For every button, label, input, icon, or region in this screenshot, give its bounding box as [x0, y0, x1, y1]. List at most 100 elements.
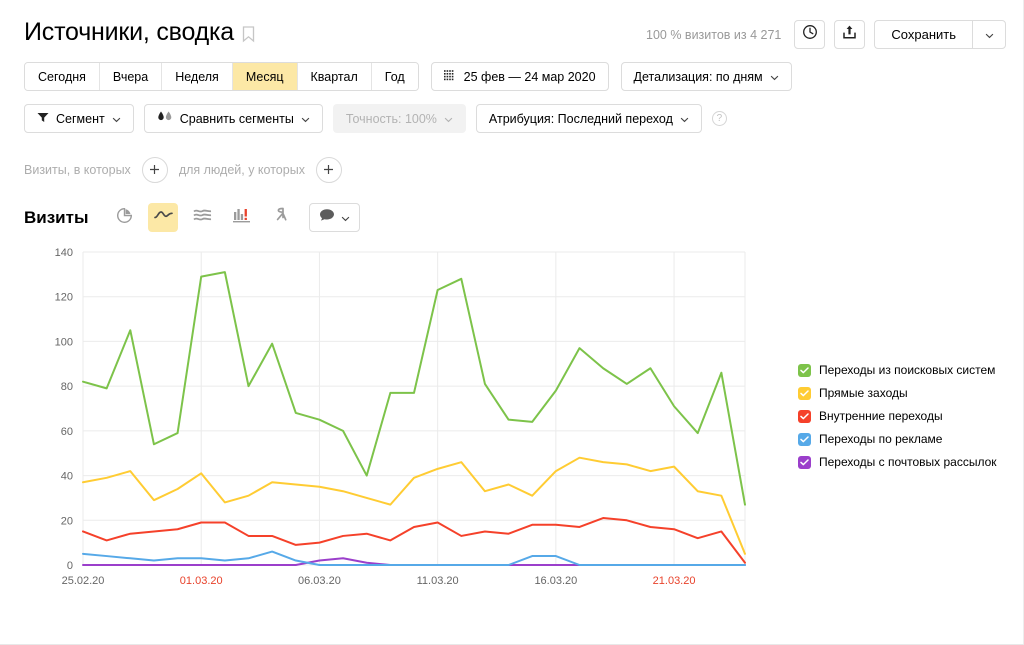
comment-icon: [319, 208, 335, 227]
y-axis-tick-label: 80: [61, 381, 73, 393]
legend-label-ads: Переходы по рекламе: [819, 432, 943, 446]
chart-type-bar-button[interactable]: [226, 203, 257, 232]
legend-label-internal: Внутренние переходы: [819, 409, 943, 423]
chevron-down-icon: [444, 112, 453, 126]
y-axis-tick-label: 140: [55, 247, 73, 259]
chart-type-area-button[interactable]: [187, 203, 218, 232]
x-axis-tick-label: 11.03.20: [417, 575, 459, 587]
chevron-down-icon: [301, 112, 310, 126]
legend-checkbox-ads[interactable]: [798, 432, 811, 446]
save-group: Сохранить: [874, 20, 1006, 49]
map-chart-icon: [273, 207, 288, 229]
period-tab-year[interactable]: Год: [371, 63, 418, 90]
x-axis-tick-label: 06.03.20: [298, 575, 341, 587]
period-tab-week[interactable]: Неделя: [162, 63, 233, 90]
legend-checkbox-search[interactable]: [798, 363, 811, 377]
bookmark-icon[interactable]: [242, 26, 255, 43]
export-button[interactable]: [834, 20, 866, 49]
chevron-down-icon: [985, 26, 994, 44]
x-axis-tick-label: 01.03.20: [180, 575, 223, 587]
share-export-icon: [842, 24, 857, 45]
legend-item-search[interactable]: Переходы из поисковых систем: [798, 363, 997, 377]
plus-icon: [323, 162, 334, 179]
visit-filter-row: Визиты, в которых для людей, у которых: [24, 157, 342, 183]
legend-checkbox-direct[interactable]: [798, 386, 811, 400]
legend-item-ads[interactable]: Переходы по рекламе: [798, 432, 997, 446]
compare-segments-label: Сравнить сегменты: [179, 111, 294, 126]
title-block: Источники, сводка: [24, 20, 255, 45]
series-line[interactable]: [82, 550, 746, 566]
area-chart-icon: [193, 207, 212, 228]
metric-label: Визиты: [24, 207, 89, 227]
date-range-button[interactable]: 25 фев — 24 мар 2020: [430, 62, 609, 91]
y-axis-tick-label: 20: [61, 515, 73, 527]
x-axis-tick-label: 21.03.20: [653, 575, 696, 587]
series-line[interactable]: [82, 456, 746, 555]
detail-level-label: Детализация: по дням: [633, 69, 763, 84]
pie-chart-icon: [116, 207, 133, 229]
plus-icon: [149, 162, 160, 179]
visits-summary: 100 % визитов из 4 271: [646, 27, 782, 42]
people-filter-label: для людей, у которых: [178, 163, 305, 177]
y-axis-tick-label: 40: [61, 471, 73, 483]
period-tab-quarter[interactable]: Квартал: [297, 63, 372, 90]
chevron-down-icon: [112, 112, 121, 126]
series-line[interactable]: [82, 517, 746, 564]
date-range-label: 25 фев — 24 мар 2020: [463, 69, 596, 84]
series-line[interactable]: [82, 557, 746, 566]
y-axis-tick-label: 100: [55, 336, 73, 348]
page-header: Источники, сводка 100 % визитов из 4 271…: [0, 0, 1024, 58]
legend-label-email: Переходы с почтовых рассылок: [819, 455, 997, 469]
period-toolbar: Сегодня Вчера Неделя Месяц Квартал Год 2…: [24, 62, 792, 91]
detail-level-button[interactable]: Детализация: по дням: [620, 62, 792, 91]
legend-checkbox-email[interactable]: [798, 455, 811, 469]
segment-button[interactable]: Сегмент: [24, 104, 134, 133]
comments-button[interactable]: [309, 203, 361, 232]
legend-item-direct[interactable]: Прямые заходы: [798, 386, 997, 400]
compare-drops-icon: [157, 111, 173, 126]
period-tab-today[interactable]: Сегодня: [25, 63, 100, 90]
x-axis-tick-label: 25.02.20: [62, 575, 105, 587]
page-title: Источники, сводка: [24, 18, 235, 46]
analytics-report-page: Источники, сводка 100 % визитов из 4 271…: [0, 0, 1024, 645]
legend-item-email[interactable]: Переходы с почтовых рассылок: [798, 455, 997, 469]
header-actions: 100 % визитов из 4 271 Сохранить: [646, 20, 1006, 49]
chevron-down-icon: [770, 70, 779, 84]
add-people-condition-button[interactable]: [315, 157, 342, 183]
accuracy-button[interactable]: Точность: 100%: [332, 104, 466, 133]
line-chart-icon: [154, 208, 173, 227]
funnel-icon: [37, 112, 49, 126]
segment-label: Сегмент: [56, 111, 105, 126]
chart-type-map-button[interactable]: [265, 203, 296, 232]
period-tab-group: Сегодня Вчера Неделя Месяц Квартал Год: [24, 62, 419, 91]
visits-filter-label: Визиты, в которых: [24, 163, 131, 177]
save-button[interactable]: Сохранить: [874, 20, 972, 49]
legend-label-direct: Прямые заходы: [819, 386, 908, 400]
y-axis-tick-label: 60: [61, 426, 73, 438]
legend-label-search: Переходы из поисковых систем: [819, 363, 996, 377]
legend-checkbox-internal[interactable]: [798, 409, 811, 423]
chart-type-line-button[interactable]: [148, 203, 179, 232]
y-axis-tick-label: 120: [55, 292, 73, 304]
compare-segments-button[interactable]: Сравнить сегменты: [143, 104, 323, 133]
period-tab-yesterday[interactable]: Вчера: [99, 63, 163, 90]
metric-toolbar: Визиты: [24, 203, 361, 232]
attribution-label: Атрибуция: Последний переход: [488, 111, 673, 126]
question-icon[interactable]: ?: [711, 111, 727, 126]
chart-legend: Переходы из поисковых систем Прямые захо…: [798, 363, 997, 469]
attribution-button[interactable]: Атрибуция: Последний переход: [475, 104, 702, 133]
bar-chart-icon: [232, 207, 250, 228]
clock-icon: [802, 24, 818, 45]
chevron-down-icon: [341, 209, 350, 227]
accuracy-label: Точность: 100%: [345, 111, 437, 126]
save-dropdown-button[interactable]: [972, 20, 1006, 49]
chevron-down-icon: [680, 112, 689, 126]
calendar-icon: [443, 69, 457, 85]
x-axis-tick-label: 16.03.20: [534, 575, 577, 587]
add-visit-condition-button[interactable]: [141, 157, 168, 183]
segment-toolbar: Сегмент Сравнить сегменты Точность: 100%…: [24, 104, 727, 133]
chart-type-pie-button[interactable]: [109, 203, 140, 232]
legend-item-internal[interactable]: Внутренние переходы: [798, 409, 997, 423]
history-button[interactable]: [794, 20, 826, 49]
period-tab-month[interactable]: Месяц: [232, 63, 298, 90]
